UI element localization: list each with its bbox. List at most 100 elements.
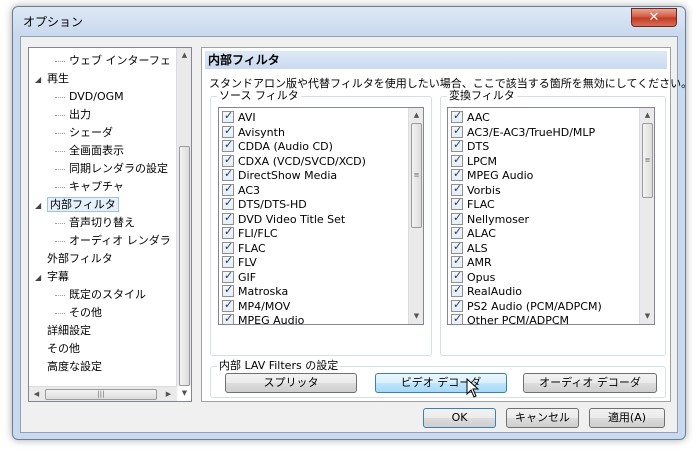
checkbox-checked-icon[interactable] <box>451 138 463 152</box>
checkbox-checked-icon[interactable] <box>222 153 234 167</box>
checkbox-checked-icon[interactable] <box>222 225 234 239</box>
scroll-up-icon[interactable]: ▲ <box>640 108 654 123</box>
filter-checkbox-item[interactable]: AC3/E-AC3/TrueHD/MLP <box>451 124 595 140</box>
transform-list-scrollbar[interactable]: ▲ ≡ ▼ <box>639 108 654 324</box>
filter-checkbox-item[interactable]: MPEG Audio <box>222 312 304 324</box>
checkbox-checked-icon[interactable] <box>222 312 234 324</box>
checkbox-checked-icon[interactable] <box>451 196 463 210</box>
checkbox-checked-icon[interactable] <box>451 153 463 167</box>
expand-arrow-icon[interactable]: ◢ <box>35 269 47 287</box>
tree-item[interactable]: シェーダ <box>55 124 113 142</box>
checkbox-checked-icon[interactable] <box>222 254 234 268</box>
tree-item[interactable]: ◢ 再生 <box>35 70 69 88</box>
tree-item[interactable]: 既定のスタイル <box>55 286 146 304</box>
scroll-right-icon[interactable]: ▶ <box>161 387 176 401</box>
tree-item[interactable]: 全画面表示 <box>55 142 124 160</box>
tree-vertical-scrollbar[interactable]: ▲ ▼ <box>176 48 191 397</box>
checkbox-checked-icon[interactable] <box>451 167 463 181</box>
filter-checkbox-item[interactable]: Nellymoser <box>451 211 529 227</box>
tree-item-label: シェーダ <box>69 126 113 139</box>
source-filters-label: ソース フィルタ <box>217 89 301 103</box>
expand-arrow-icon[interactable]: ◢ <box>35 71 47 89</box>
checkbox-checked-icon[interactable] <box>451 109 463 123</box>
tree-item-label: その他 <box>69 306 102 319</box>
filter-checkbox-item[interactable]: CDXA (VCD/SVCD/XCD) <box>222 153 366 169</box>
apply-button[interactable]: 適用(A) <box>589 408 665 428</box>
tree-item[interactable]: ウェブ インターフェ <box>55 52 171 70</box>
filter-label: LPCM <box>467 154 497 168</box>
filter-checkbox-item[interactable]: MPEG Audio <box>451 167 533 183</box>
tree-item[interactable]: 外部フィルタ <box>35 250 113 268</box>
filter-checkbox-item[interactable]: CDDA (Audio CD) <box>222 138 333 154</box>
filter-label: DTS <box>467 140 490 153</box>
checkbox-checked-icon[interactable] <box>222 182 234 196</box>
tree-item-label: 既定のスタイル <box>69 288 146 301</box>
tree-item[interactable]: 出力 <box>55 106 91 124</box>
cancel-button[interactable]: キャンセル <box>506 408 579 428</box>
filter-label: FLAC <box>467 198 495 211</box>
source-filters-list[interactable]: AVIAvisynthCDDA (Audio CD)CDXA (VCD/SVCD… <box>218 107 424 325</box>
video-decoder-button[interactable]: ビデオ デコーダ <box>375 373 507 393</box>
expand-arrow-icon[interactable]: ◢ <box>35 197 47 215</box>
filter-checkbox-item[interactable]: Other PCM/ADPCM <box>451 312 569 324</box>
tree-horizontal-scrollbar[interactable]: ◀ ||| ▶ <box>29 386 177 401</box>
scroll-down-icon[interactable]: ▼ <box>409 309 423 324</box>
checkbox-checked-icon[interactable] <box>451 269 463 283</box>
tree-connector-icon <box>55 114 65 116</box>
audio-decoder-button[interactable]: オーディオ デコーダ <box>523 373 657 393</box>
checkbox-checked-icon[interactable] <box>222 138 234 152</box>
checkbox-checked-icon[interactable] <box>222 124 234 138</box>
scroll-up-icon[interactable]: ▲ <box>177 48 191 63</box>
tree-item[interactable]: キャプチャ <box>55 178 124 196</box>
tree-scroll-thumb[interactable] <box>179 146 190 386</box>
tree-item[interactable]: ◢ 字幕 <box>35 268 69 286</box>
source-filters-group: ソース フィルタ AVIAvisynthCDDA (Audio CD)CDXA … <box>210 89 432 356</box>
checkbox-checked-icon[interactable] <box>222 196 234 210</box>
checkbox-checked-icon[interactable] <box>451 283 463 297</box>
filter-checkbox-item[interactable]: DTS/DTS-HD <box>222 196 307 212</box>
ok-button[interactable]: OK <box>423 408 496 428</box>
checkbox-checked-icon[interactable] <box>222 269 234 283</box>
checkbox-checked-icon[interactable] <box>451 240 463 254</box>
checkbox-checked-icon[interactable] <box>451 182 463 196</box>
checkbox-checked-icon[interactable] <box>222 240 234 254</box>
tree-item[interactable]: 詳細設定 <box>35 322 91 340</box>
tree-item[interactable]: 同期レンダラの設定 <box>55 160 168 178</box>
tree-item[interactable]: 高度な設定 <box>35 358 102 376</box>
filter-checkbox-item[interactable]: DirectShow Media <box>222 167 337 183</box>
checkbox-checked-icon[interactable] <box>222 109 234 123</box>
transform-filters-label: 変換フィルタ <box>447 89 517 103</box>
tree-item[interactable]: その他 <box>55 304 102 322</box>
tree-item[interactable]: 音声切り替え <box>55 214 135 232</box>
checkbox-checked-icon[interactable] <box>451 225 463 239</box>
checkbox-checked-icon[interactable] <box>451 298 463 312</box>
tree-item[interactable]: DVD/OGM <box>55 88 124 106</box>
scroll-down-icon[interactable]: ▼ <box>177 386 191 401</box>
transform-scroll-thumb[interactable]: ≡ <box>642 123 653 198</box>
splitter-button[interactable]: スプリッタ <box>225 373 357 393</box>
filter-checkbox-item[interactable]: PS2 Audio (PCM/ADPCM) <box>451 298 602 314</box>
tree-item[interactable]: その他 <box>35 340 80 358</box>
scroll-down-icon[interactable]: ▼ <box>640 309 654 324</box>
checkbox-checked-icon[interactable] <box>222 211 234 225</box>
checkbox-checked-icon[interactable] <box>222 167 234 181</box>
checkbox-checked-icon[interactable] <box>222 283 234 297</box>
checkbox-checked-icon[interactable] <box>451 254 463 268</box>
tree-hscroll-thumb[interactable]: ||| <box>45 389 157 400</box>
checkbox-checked-icon[interactable] <box>451 124 463 138</box>
tree-item[interactable]: オーディオ レンダラ <box>55 232 171 250</box>
checkbox-checked-icon[interactable] <box>451 211 463 225</box>
transform-filters-list[interactable]: AACAC3/E-AC3/TrueHD/MLPDTSLPCMMPEG Audio… <box>447 107 655 325</box>
source-list-scrollbar[interactable]: ▲ ≡ ▼ <box>408 108 423 324</box>
category-tree[interactable]: ウェブ インターフェ ◢ 再生 DVD/OGM 出力シェーダ全画面表示 同期レンダラの設定… <box>28 47 192 402</box>
tree-item-label: 高度な設定 <box>47 360 102 373</box>
filter-label: AMR <box>467 256 492 269</box>
scroll-left-icon[interactable]: ◀ <box>29 387 44 401</box>
close-button[interactable]: ✕ <box>631 8 677 27</box>
source-scroll-thumb[interactable]: ≡ <box>411 123 422 228</box>
checkbox-checked-icon[interactable] <box>222 298 234 312</box>
tree-item[interactable]: ◢ 内部フィルタ <box>35 196 119 214</box>
scroll-up-icon[interactable]: ▲ <box>409 108 423 123</box>
filter-checkbox-item[interactable]: DVD Video Title Set <box>222 211 345 227</box>
checkbox-checked-icon[interactable] <box>451 312 463 324</box>
